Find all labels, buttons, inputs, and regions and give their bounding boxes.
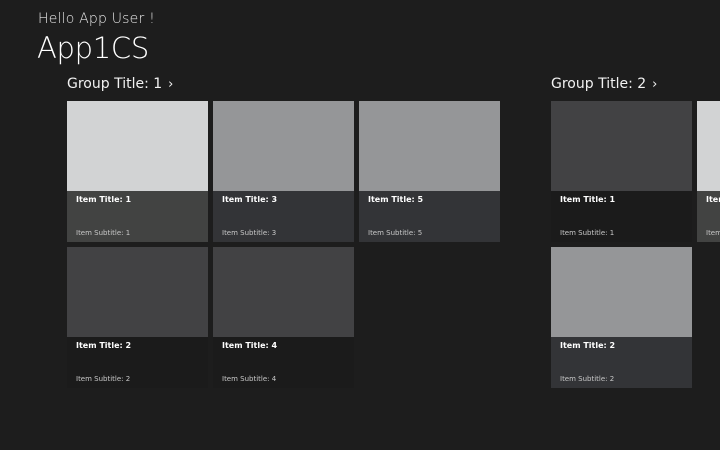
chevron-right-icon: › (168, 76, 174, 92)
item-title: Item Title: 1 (76, 195, 132, 204)
item-caption: Item Title: 2 Item Subtitle: 2 (67, 337, 208, 388)
item-image (213, 247, 354, 337)
item-subtitle: Item Subtitle: 5 (368, 229, 423, 237)
item-image (213, 101, 354, 191)
item-subtitle: Item Subtitle: 3 (706, 229, 720, 237)
item-tile[interactable]: Item Title: 5 Item Subtitle: 5 (359, 101, 500, 242)
item-subtitle: Item Subtitle: 2 (76, 375, 131, 383)
item-title: Item Title: 3 (222, 195, 278, 204)
group-title-label: Group Title: 1 (67, 76, 163, 92)
item-caption: Item Title: 2 Item Subtitle: 2 (551, 337, 692, 388)
item-subtitle: Item Subtitle: 4 (222, 375, 277, 383)
item-subtitle: Item Subtitle: 1 (560, 229, 615, 237)
item-caption: Item Title: 3 Item Subtitle: 3 (213, 191, 354, 242)
item-image (67, 247, 208, 337)
item-tile[interactable]: Item Title: 3 Item Subtitle: 3 (697, 101, 720, 242)
item-caption: Item Title: 1 Item Subtitle: 1 (551, 191, 692, 242)
group-title-label: Group Title: 2 (551, 76, 647, 92)
item-caption: Item Title: 1 Item Subtitle: 1 (67, 191, 208, 242)
group-header-2[interactable]: Group Title: 2 › (551, 76, 657, 92)
item-title: Item Title: 5 (368, 195, 424, 204)
item-subtitle: Item Subtitle: 1 (76, 229, 131, 237)
chevron-right-icon: › (652, 76, 658, 92)
greeting-text: Hello App User ! (38, 11, 155, 27)
item-subtitle: Item Subtitle: 2 (560, 375, 615, 383)
item-tile[interactable]: Item Title: 2 Item Subtitle: 2 (67, 247, 208, 388)
item-image (359, 101, 500, 191)
page-title: App1CS (37, 31, 149, 65)
item-caption: Item Title: 4 Item Subtitle: 4 (213, 337, 354, 388)
item-image (697, 101, 720, 191)
item-image (551, 101, 692, 191)
item-tile[interactable]: Item Title: 3 Item Subtitle: 3 (213, 101, 354, 242)
item-tile[interactable]: Item Title: 1 Item Subtitle: 1 (67, 101, 208, 242)
item-subtitle: Item Subtitle: 3 (222, 229, 277, 237)
item-title: Item Title: 1 (560, 195, 616, 204)
item-image (67, 101, 208, 191)
item-image (551, 247, 692, 337)
item-caption: Item Title: 5 Item Subtitle: 5 (359, 191, 500, 242)
item-title: Item Title: 2 (560, 341, 616, 350)
item-title: Item Title: 2 (76, 341, 132, 350)
item-tile[interactable]: Item Title: 2 Item Subtitle: 2 (551, 247, 692, 388)
item-title: Item Title: 4 (222, 341, 278, 350)
group-header-1[interactable]: Group Title: 1 › (67, 76, 173, 92)
item-caption: Item Title: 3 Item Subtitle: 3 (697, 191, 720, 242)
item-title: Item Title: 3 (706, 195, 720, 204)
item-tile[interactable]: Item Title: 4 Item Subtitle: 4 (213, 247, 354, 388)
item-tile[interactable]: Item Title: 1 Item Subtitle: 1 (551, 101, 692, 242)
